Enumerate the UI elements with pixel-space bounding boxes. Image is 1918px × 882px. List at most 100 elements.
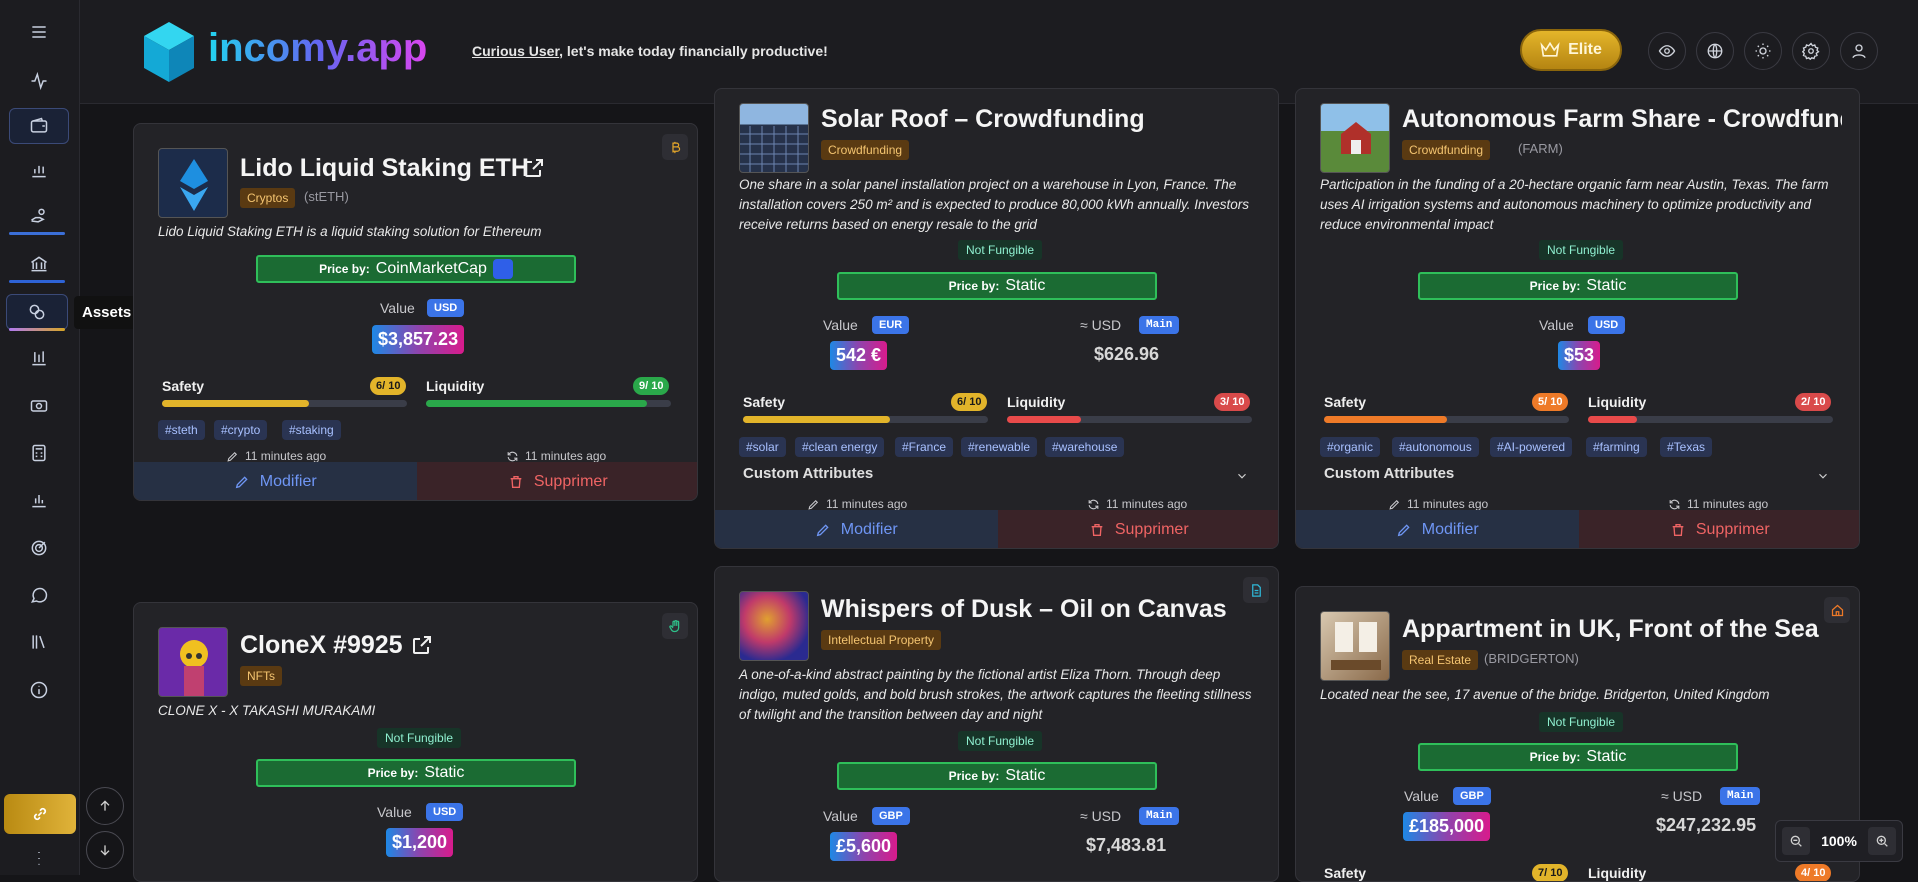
not-fungible-badge: Not Fungible <box>958 731 1043 751</box>
asset-value: $53 <box>1558 341 1601 370</box>
sidebar-item-calculator[interactable] <box>9 435 69 471</box>
hand-icon <box>668 619 679 632</box>
profile-button[interactable] <box>1840 32 1878 70</box>
tag[interactable]: #organic <box>1320 437 1381 457</box>
delete-button[interactable]: Supprimer <box>416 462 697 500</box>
sidebar-item-banks[interactable] <box>9 246 69 282</box>
modify-button[interactable]: Modifier <box>715 510 998 548</box>
asset-value: £185,000 <box>1403 812 1491 841</box>
currency-badge: GBP <box>1453 787 1491 805</box>
sidebar-item-goals[interactable] <box>9 530 69 566</box>
sidebar-item-cash[interactable] <box>9 388 69 424</box>
modify-button[interactable]: Modifier <box>1296 510 1579 548</box>
sidebar-item-assets[interactable] <box>6 294 68 330</box>
price-source: Price by: Static <box>1418 743 1738 771</box>
user-name-link[interactable]: Curious User <box>472 43 559 59</box>
more-options-button[interactable] <box>9 846 69 870</box>
custom-attributes-toggle[interactable]: Custom Attributes <box>1324 465 1454 482</box>
sidebar-item-reports[interactable] <box>9 482 69 518</box>
language-button[interactable] <box>1696 32 1734 70</box>
tag[interactable]: #Texas <box>1660 437 1713 457</box>
liquidity-bar-fill <box>1007 416 1081 423</box>
library-icon <box>32 635 45 649</box>
scroll-up-button[interactable] <box>86 787 124 825</box>
sidebar-item-investments[interactable] <box>9 340 69 376</box>
tag[interactable]: #warehouse <box>1045 437 1125 457</box>
sidebar-item-stats[interactable] <box>9 152 69 188</box>
bank-icon <box>31 256 47 272</box>
external-link-icon[interactable] <box>410 633 434 662</box>
value-label: Value <box>380 300 415 316</box>
tag[interactable]: #France <box>895 437 954 457</box>
ip-type-badge <box>1243 577 1269 603</box>
safety-score: 6/ 10 <box>370 377 407 395</box>
sidebar-item-wallet[interactable] <box>9 108 69 144</box>
asset-description: Located near the see, 17 avenue of the b… <box>1320 687 1770 702</box>
liquidity-bar <box>1588 416 1833 423</box>
asset-title: Appartment in UK, Front of the Sea <box>1402 615 1819 643</box>
tag[interactable]: #crypto <box>214 420 268 440</box>
sidebar-item-chat[interactable] <box>9 578 69 614</box>
liquidity-bar-fill <box>426 400 647 407</box>
globe-icon <box>1707 43 1723 59</box>
pencil-icon <box>816 524 829 537</box>
crown-icon <box>1540 41 1560 57</box>
category-badge: NFTs <box>240 666 282 686</box>
delete-button[interactable]: Supprimer <box>1578 510 1859 548</box>
toggle-visibility-button[interactable] <box>1648 32 1686 70</box>
asset-thumbnail <box>739 103 809 173</box>
settings-button[interactable] <box>1792 32 1830 70</box>
value-label: Value <box>1539 317 1574 333</box>
scroll-down-button[interactable] <box>86 831 124 869</box>
updated-time-text: 11 minutes ago <box>525 449 607 463</box>
sidebar-item-activity[interactable] <box>9 63 69 99</box>
price-by-label: Price by: <box>1529 750 1581 764</box>
updated-time: 11 minutes ago <box>1087 497 1187 511</box>
custom-attributes-toggle[interactable]: Custom Attributes <box>743 465 873 482</box>
chevron-down-icon[interactable] <box>1816 469 1830 483</box>
safety-label: Safety <box>1324 865 1367 881</box>
safety-label: Safety <box>743 394 786 410</box>
chevron-down-icon[interactable] <box>1235 469 1249 483</box>
tag[interactable]: #renewable <box>961 437 1038 457</box>
sidebar-item-info[interactable] <box>9 672 69 708</box>
tag[interactable]: #autonomous <box>1392 437 1479 457</box>
elite-button[interactable]: Elite <box>1520 29 1622 71</box>
modify-button[interactable]: Modifier <box>134 462 417 500</box>
price-source: Price by: Static <box>837 762 1157 790</box>
tag[interactable]: #staking <box>282 420 341 440</box>
price-source-value: Static <box>1005 767 1046 784</box>
sidebar: Assets <box>0 0 140 875</box>
tag[interactable]: #AI-powered <box>1490 437 1573 457</box>
sidebar-item-library[interactable] <box>9 624 69 660</box>
active-indicator <box>9 328 65 331</box>
asset-card-solar: Solar Roof – Crowdfunding Crowdfunding O… <box>714 88 1279 549</box>
logo-text[interactable]: incomy.app <box>208 26 427 71</box>
liquidity-bar-fill <box>1588 416 1637 423</box>
main-currency-badge: Main <box>1139 316 1180 334</box>
link-button[interactable] <box>4 794 76 834</box>
usd-label: ≈ USD <box>1080 317 1122 333</box>
sidebar-item-income[interactable] <box>9 198 69 234</box>
delete-button[interactable]: Supprimer <box>997 510 1278 548</box>
tag[interactable]: #clean energy <box>795 437 885 457</box>
asset-card-painting: Whispers of Dusk – Oil on Canvas Intelle… <box>714 566 1279 882</box>
not-fungible-badge: Not Fungible <box>377 728 462 748</box>
tag[interactable]: #farming <box>1586 437 1647 457</box>
menu-toggle-button[interactable] <box>9 14 69 50</box>
tag[interactable]: #steth <box>158 420 205 440</box>
active-indicator <box>9 280 65 283</box>
activity-icon <box>31 71 47 91</box>
zoom-out-button[interactable] <box>1782 827 1810 855</box>
price-source-value: Static <box>1586 748 1627 765</box>
updated-time: 11 minutes ago <box>506 449 606 463</box>
coinmarketcap-icon <box>492 259 513 279</box>
external-link-icon[interactable] <box>522 156 546 185</box>
bar-chart-icon <box>32 165 46 178</box>
zoom-in-icon <box>1876 835 1888 847</box>
theme-button[interactable] <box>1744 32 1782 70</box>
safety-score: 6/ 10 <box>951 393 988 411</box>
created-time-text: 11 minutes ago <box>245 449 327 463</box>
zoom-in-button[interactable] <box>1868 827 1896 855</box>
tag[interactable]: #solar <box>739 437 786 457</box>
